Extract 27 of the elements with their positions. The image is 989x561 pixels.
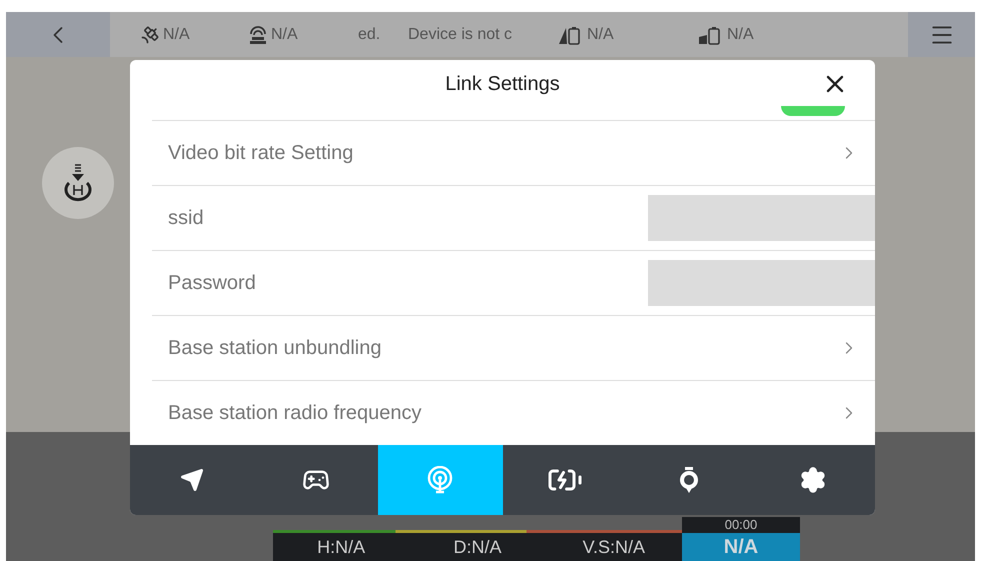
status-value: N/A [727,26,754,44]
status-value: N/A [271,26,298,44]
flight-time: 00:00 [682,517,800,533]
setting-label: Password [168,272,257,294]
settings-icon [798,466,827,494]
status-message: ed. [358,26,380,44]
vertical-speed-reading: V.S:N/A [582,536,646,558]
input-field[interactable] [648,260,875,306]
status-value: N/A [587,26,614,44]
toggle-switch[interactable] [781,106,845,116]
gimbal-icon [678,466,699,494]
status-message: Device is not c [408,26,512,44]
setting-label[interactable]: Base station radio frequency [168,402,839,424]
antenna-icon [426,466,454,494]
dialog-title: Link Settings [445,73,560,96]
paper-plane-icon [180,468,204,492]
setting-label[interactable]: Base station unbundling [168,336,839,360]
setting-label[interactable]: Video bit rate Setting [168,142,839,164]
satellite-icon [140,24,160,44]
setting-label: ssid [168,206,205,230]
height-reading: H:N/A [316,536,366,558]
distance-reading: D:N/A [452,536,502,558]
status-value: N/A [163,26,190,44]
signal-icon [248,26,268,44]
speed-reading: N/A [682,533,800,561]
input-field[interactable] [648,195,875,241]
menu-button[interactable] [908,12,975,57]
